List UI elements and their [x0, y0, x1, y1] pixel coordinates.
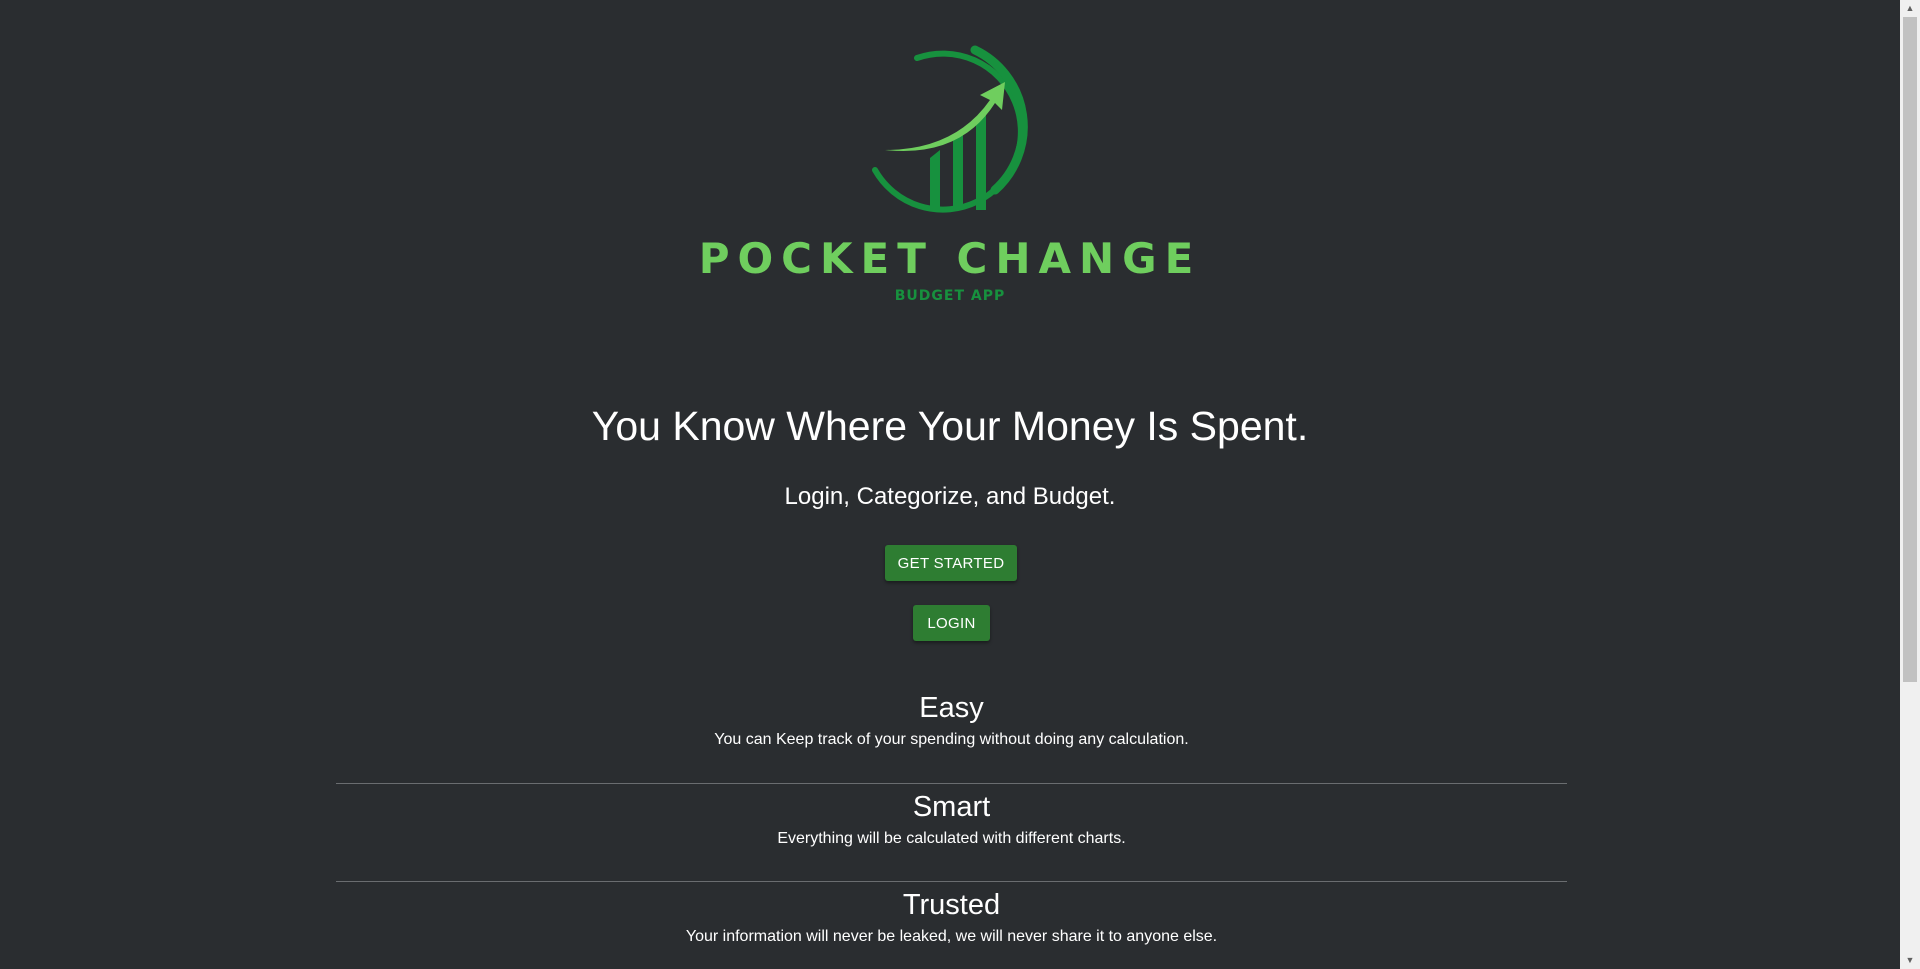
feature-easy: Easy You can Keep track of your spending…	[336, 685, 1567, 783]
triangle-up-icon[interactable]: ▲	[1900, 0, 1920, 17]
chart-arrow-logo-icon	[872, 45, 1028, 213]
vertical-scrollbar[interactable]: ▲ ▼	[1900, 0, 1920, 969]
scrollbar-thumb[interactable]	[1903, 17, 1917, 682]
landing-page: POCKET CHANGE BUDGET APP You Know Where …	[0, 0, 1900, 969]
features-list: Easy You can Keep track of your spending…	[336, 685, 1567, 969]
feature-smart: Smart Everything will be calculated with…	[336, 783, 1567, 881]
feature-text: Everything will be calculated with diffe…	[777, 830, 1126, 847]
feature-trusted: Trusted Your information will never be l…	[336, 881, 1567, 969]
triangle-down-icon[interactable]: ▼	[1900, 952, 1920, 969]
brand-name: POCKET CHANGE	[698, 234, 1202, 283]
login-button[interactable]: LOGIN	[913, 605, 990, 641]
feature-title: Trusted	[902, 889, 1001, 921]
brand-tagline: BUDGET APP	[894, 288, 1006, 304]
feature-title: Easy	[919, 692, 984, 724]
hero-subtitle: Login, Categorize, and Budget.	[784, 483, 1116, 510]
hero-title: You Know Where Your Money Is Spent.	[591, 403, 1309, 449]
feature-title: Smart	[912, 791, 991, 823]
get-started-button[interactable]: GET STARTED	[885, 545, 1017, 581]
logo: POCKET CHANGE BUDGET APP	[0, 40, 1900, 304]
feature-text: You can Keep track of your spending with…	[714, 731, 1189, 748]
feature-text: Your information will never be leaked, w…	[685, 928, 1218, 945]
